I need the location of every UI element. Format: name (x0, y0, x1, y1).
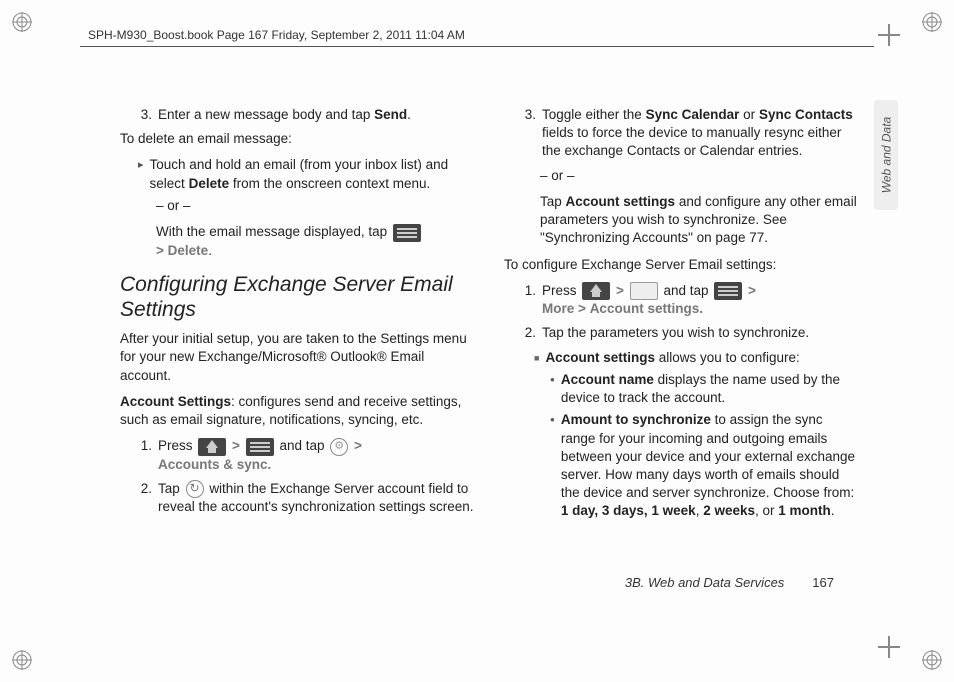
list-item: 1. Press > and tap > Accounts & sync. (138, 437, 476, 474)
page-body: 3. Enter a new message body and tap Send… (120, 100, 860, 600)
list-item: Account name displays the name used by t… (550, 371, 860, 407)
or-separator: – or – (156, 197, 476, 215)
configure-heading: To configure Exchange Server Email setti… (504, 256, 860, 274)
right-column: 3. Toggle either the Sync Calendar or Sy… (504, 100, 860, 600)
menu-icon (714, 282, 742, 300)
list-item: Touch and hold an email (from your inbox… (138, 156, 476, 192)
step-text: Tap within the Exchange Server account f… (158, 480, 476, 517)
step-text: Enter a new message body and tap Send. (158, 106, 411, 124)
list-item: Amount to synchronize to assign the sync… (550, 411, 860, 520)
menu-icon (246, 438, 274, 456)
step-text: Tap the parameters you wish to synchroni… (542, 324, 809, 342)
registration-mark-icon (922, 650, 942, 670)
menu-icon (393, 224, 421, 242)
body-text: After your initial setup, you are taken … (120, 330, 476, 385)
step-number: 2. (138, 480, 152, 517)
home-icon (198, 438, 226, 456)
bullet-text: Account name displays the name used by t… (561, 371, 860, 407)
bullet-text: Amount to synchronize to assign the sync… (561, 411, 860, 520)
registration-mark-icon (922, 12, 942, 32)
step-number: 1. (522, 282, 536, 319)
registration-mark-icon (12, 650, 32, 670)
step-text: With the email message displayed, tap > … (156, 223, 476, 260)
app-icon (630, 282, 658, 300)
page-footer: 3B. Web and Data Services 167 (625, 575, 834, 590)
step-text: Press > and tap > More > Account setting… (542, 282, 756, 319)
gear-icon (330, 438, 348, 456)
sync-icon (186, 480, 204, 498)
step-text: Tap Account settings and configure any o… (540, 193, 860, 248)
crop-header-text: SPH-M930_Boost.book Page 167 Friday, Sep… (88, 28, 465, 42)
step-number: 3. (522, 106, 536, 161)
step-text: Press > and tap > Accounts & sync. (158, 437, 362, 474)
step-number: 2. (522, 324, 536, 342)
side-tab-label: Web and Data (879, 117, 893, 194)
step-text: Toggle either the Sync Calendar or Sync … (542, 106, 860, 161)
left-column: 3. Enter a new message body and tap Send… (120, 100, 476, 600)
or-separator: – or – (540, 167, 860, 185)
footer-page-number: 167 (812, 575, 834, 590)
crop-cross-icon (878, 636, 900, 658)
side-tab: Web and Data (874, 100, 898, 210)
delete-heading: To delete an email message: (120, 130, 476, 148)
list-item: 1. Press > and tap > More > Account sett… (522, 282, 860, 319)
bullet-text: Account settings allows you to configure… (545, 349, 799, 367)
step-number: 1. (138, 437, 152, 474)
crop-cross-icon (878, 24, 900, 46)
list-item: 2. Tap within the Exchange Server accoun… (138, 480, 476, 517)
crop-header-rule (80, 46, 874, 47)
list-item: 3. Enter a new message body and tap Send… (138, 106, 476, 124)
list-item: Account settings allows you to configure… (534, 349, 860, 367)
home-icon (582, 282, 610, 300)
registration-mark-icon (12, 12, 32, 32)
list-item: 2. Tap the parameters you wish to synchr… (522, 324, 860, 342)
body-text: Account Settings: configures send and re… (120, 393, 476, 429)
footer-section: 3B. Web and Data Services (625, 575, 784, 590)
step-text: Touch and hold an email (from your inbox… (150, 156, 476, 192)
list-item: 3. Toggle either the Sync Calendar or Sy… (522, 106, 860, 161)
section-heading: Configuring Exchange Server Email Settin… (120, 272, 476, 322)
step-number: 3. (138, 106, 152, 124)
